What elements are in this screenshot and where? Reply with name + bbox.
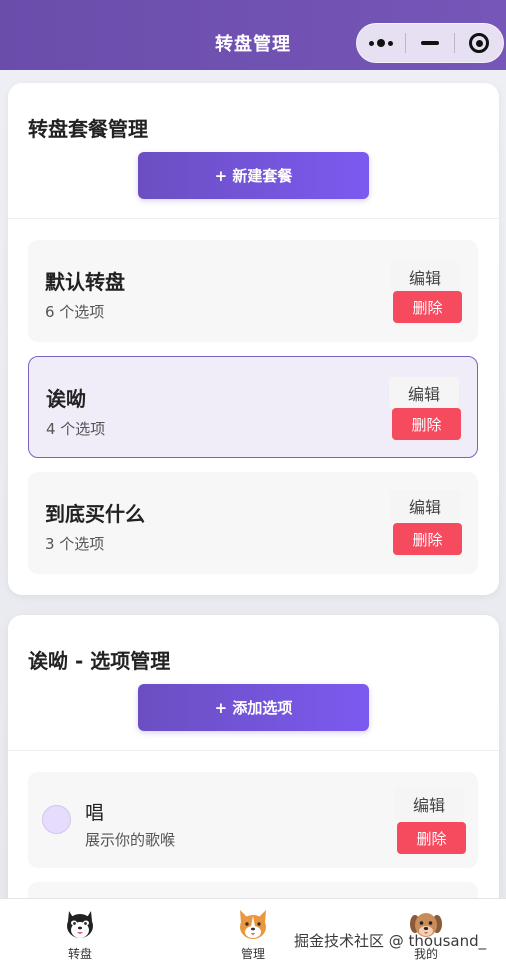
edit-package-button[interactable]: 编辑 [389,377,459,409]
divider [8,218,499,219]
divider [8,750,499,751]
edit-package-button[interactable]: 编辑 [390,490,460,522]
packages-card: 转盘套餐管理 + 新建套餐 默认转盘 6 个选项 编辑 删除 诶呦 4 个选项 … [8,83,499,595]
tab-manage[interactable]: 管理 [213,899,293,964]
minimize-icon[interactable] [406,23,454,63]
delete-package-button[interactable]: 删除 [393,523,462,555]
option-item[interactable]: 唱 展示你的歌喉 编辑 删除 [28,772,478,868]
package-item-active[interactable]: 诶呦 4 个选项 编辑 删除 [28,356,478,458]
navigation-bar: 转盘管理 [0,0,506,70]
options-card-title: 诶呦 - 选项管理 [28,649,171,673]
package-name: 诶呦 [46,387,86,411]
edit-package-button[interactable]: 编辑 [390,261,460,293]
package-option-count: 4 个选项 [46,420,106,438]
corgi-dog-icon [240,910,266,939]
new-package-button[interactable]: + 新建套餐 [138,152,369,199]
options-card: 诶呦 - 选项管理 + 添加选项 唱 展示你的歌喉 编辑 删除 [8,615,499,942]
add-option-button[interactable]: + 添加选项 [138,684,369,731]
close-target-icon[interactable] [455,23,503,63]
more-dots-icon[interactable] [357,23,405,63]
tab-wheel[interactable]: 转盘 [40,899,120,964]
delete-package-button[interactable]: 删除 [393,291,462,323]
watermark: 掘金技术社区 @ thousand_ [294,932,487,950]
husky-dog-icon [67,911,93,938]
option-description: 展示你的歌喉 [85,831,176,849]
package-option-count: 3 个选项 [45,535,105,553]
delete-package-button[interactable]: 删除 [392,408,461,440]
mini-program-capsule [356,23,504,63]
tab-label: 转盘 [67,947,92,961]
package-name: 到底买什么 [45,502,145,526]
option-color-dot [42,805,71,834]
package-item[interactable]: 到底买什么 3 个选项 编辑 删除 [28,472,478,574]
option-name: 唱 [85,802,105,824]
edit-option-button[interactable]: 编辑 [394,788,464,820]
package-item[interactable]: 默认转盘 6 个选项 编辑 删除 [28,240,478,342]
delete-option-button[interactable]: 删除 [397,822,466,854]
package-name: 默认转盘 [45,270,125,294]
tab-label: 管理 [240,947,265,961]
package-option-count: 6 个选项 [45,303,105,321]
packages-card-title: 转盘套餐管理 [28,117,148,141]
